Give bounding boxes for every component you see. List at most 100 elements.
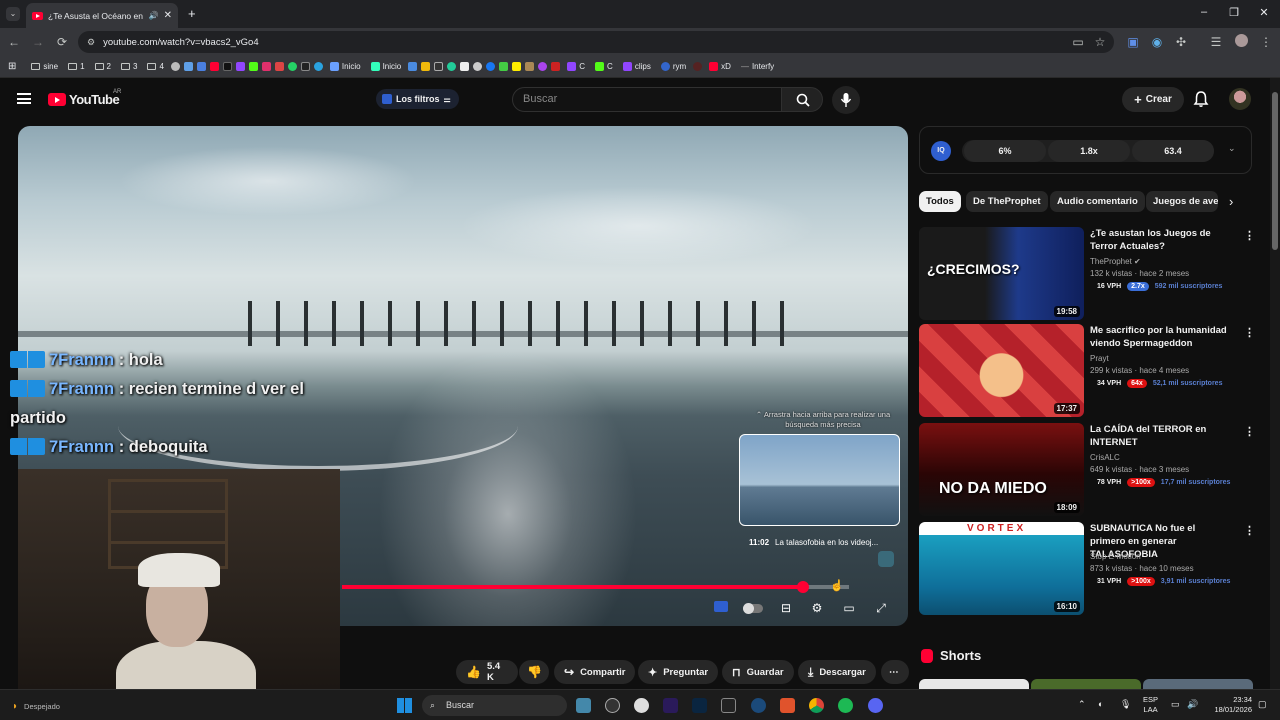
iq-player-icon[interactable]	[712, 600, 730, 616]
more-options-icon[interactable]: ⋮	[1244, 425, 1255, 438]
input-language[interactable]: ESP LAA	[1143, 695, 1158, 715]
c-app-icon[interactable]	[634, 698, 649, 713]
bookmark-cloud-icon[interactable]	[473, 62, 483, 71]
steam-icon[interactable]	[751, 698, 766, 713]
weather-widget[interactable]: ◗ Despejado	[12, 701, 60, 712]
translate-extension-icon[interactable]: ▣	[1125, 34, 1141, 50]
recommended-video[interactable]: VORTEX 16:10 SUBNAUTICA No fue el primer…	[919, 522, 1255, 615]
bookmark-c-twitch[interactable]: C	[564, 62, 588, 71]
tab-search-button[interactable]: ⌄	[6, 7, 20, 21]
bookmark-facebook-icon[interactable]	[486, 62, 496, 71]
search-button[interactable]	[781, 87, 823, 112]
bookmark-arrow-icon[interactable]	[408, 62, 418, 71]
short-thumbnail[interactable]	[1031, 679, 1141, 689]
site-info-icon[interactable]: ⚙	[87, 37, 95, 48]
filters-button[interactable]: Los filtros ⚌	[376, 89, 459, 109]
new-tab-button[interactable]: +	[188, 6, 196, 21]
bookmark-folder-sine[interactable]: sine	[28, 62, 61, 71]
video-title[interactable]: Me sacrifico por la humanidad viendo Spe…	[1090, 324, 1230, 350]
chips-next-chevron-icon[interactable]: ›	[1229, 194, 1233, 209]
more-actions-button[interactable]: ⋯	[881, 660, 909, 684]
notification-icon[interactable]: ▢	[1258, 699, 1267, 710]
bookmark-telegram-icon[interactable]	[313, 62, 323, 71]
bookmark-dark-icon[interactable]	[693, 62, 703, 71]
short-thumbnail[interactable]	[1143, 679, 1253, 689]
spotify-icon[interactable]	[838, 698, 853, 713]
extension-icon[interactable]: ◉	[1149, 34, 1165, 50]
bookmark-inicio-1[interactable]: Inicio	[327, 62, 364, 71]
bookmark-folder-1[interactable]: 1	[65, 62, 87, 71]
scrollbar-thumb[interactable]	[1272, 92, 1278, 250]
autoplay-toggle[interactable]	[742, 600, 764, 616]
subtitles-icon[interactable]: ⊟	[777, 600, 795, 616]
bookmark-kick-icon[interactable]	[248, 62, 258, 71]
extensions-puzzle-icon[interactable]: ✣	[1173, 34, 1189, 50]
video-thumbnail[interactable]: ¿CRECIMOS? 19:58	[919, 227, 1084, 320]
reading-list-icon[interactable]: ☰	[1208, 34, 1224, 50]
close-tab-icon[interactable]: ✕	[164, 10, 172, 21]
channel-name[interactable]: CrisALC	[1090, 453, 1120, 462]
bookmark-a-icon[interactable]	[460, 62, 470, 71]
apps-grid-icon[interactable]: ⊞	[8, 61, 16, 72]
reload-icon[interactable]: ⟳	[54, 34, 70, 50]
bookmark-instagram-icon[interactable]	[261, 62, 271, 71]
bookmark-tiktok-icon[interactable]	[222, 62, 232, 71]
tray-mic-icon[interactable]: 🎙	[1120, 699, 1131, 710]
chip-de-theprophet[interactable]: De TheProphet	[966, 191, 1048, 212]
notifications-bell-icon[interactable]	[1192, 90, 1210, 108]
video-thumbnail[interactable]: VORTEX 16:10	[919, 522, 1084, 615]
tray-chevron-icon[interactable]: ⌃	[1078, 699, 1086, 710]
short-thumbnail[interactable]	[919, 679, 1029, 689]
bookmark-animal-icon[interactable]	[525, 62, 535, 71]
bookmark-interfy[interactable]: — Interfy	[738, 62, 777, 71]
bookmark-youtube-icon[interactable]	[209, 62, 219, 71]
download-button[interactable]: ⤓ Descargar	[798, 660, 876, 684]
epic-games-icon[interactable]	[721, 698, 736, 713]
task-view-icon[interactable]	[576, 698, 591, 713]
close-window-icon[interactable]: ✕	[1256, 6, 1272, 19]
bookmark-folder-3[interactable]: 3	[118, 62, 140, 71]
brave-icon[interactable]	[780, 698, 795, 713]
bookmark-rym[interactable]: rym	[658, 62, 689, 71]
more-options-icon[interactable]: ⋮	[1244, 326, 1255, 339]
audio-playing-icon[interactable]: 🔊	[149, 11, 159, 20]
recommended-video[interactable]: NO DA MIEDO 18:09 La CAÍDA del TERROR en…	[919, 423, 1255, 516]
voice-search-button[interactable]	[832, 86, 860, 114]
chrome-icon[interactable]	[809, 698, 824, 713]
video-title[interactable]: ¿Te asustan los Juegos de Terror Actuale…	[1090, 227, 1230, 253]
minimize-icon[interactable]: –	[1196, 6, 1212, 18]
fullscreen-icon[interactable]: ⤢	[872, 600, 890, 616]
address-bar[interactable]: ⚙ youtube.com/watch?v=vbacs2_vGo4	[78, 31, 1114, 53]
bookmark-inicio-2[interactable]: Inicio	[368, 62, 405, 71]
ask-button[interactable]: ✦ Preguntar	[638, 660, 719, 684]
search-input[interactable]: Buscar	[512, 87, 782, 112]
more-options-icon[interactable]: ⋮	[1244, 229, 1255, 242]
settings-gear-icon[interactable]: ⚙	[808, 600, 826, 616]
bookmark-x-icon[interactable]	[300, 62, 310, 71]
bookmark-pin-icon[interactable]	[183, 62, 193, 71]
bookmark-whatsapp-icon[interactable]	[287, 62, 297, 71]
chip-juegos-de-aventura[interactable]: Juegos de aven	[1146, 191, 1218, 212]
channel-name[interactable]: Prayt	[1090, 354, 1109, 363]
photoshop-icon[interactable]	[692, 698, 707, 713]
bookmark-star-icon[interactable]: ☆	[1092, 34, 1108, 50]
bookmark-chatgpt-icon[interactable]	[170, 62, 180, 71]
system-clock[interactable]: 23:34 18/01/2026	[1206, 695, 1252, 715]
iq-expand-chevron-icon[interactable]: ⌄	[1228, 143, 1236, 154]
bookmark-folder-2[interactable]: 2	[92, 62, 114, 71]
video-thumbnail[interactable]: NO DA MIEDO 18:09	[919, 423, 1084, 516]
bookmark-green-circle-icon[interactable]	[447, 62, 457, 71]
volume-icon[interactable]: 🔊	[1187, 699, 1198, 710]
like-button[interactable]: 👍 5.4 K	[456, 660, 518, 684]
bookmark-green-icon[interactable]	[499, 62, 509, 71]
chrome-menu-icon[interactable]: ⋮	[1258, 34, 1274, 50]
bookmark-clips[interactable]: clips	[620, 62, 654, 71]
tray-app-icon[interactable]: ◐	[1098, 699, 1103, 709]
channel-name[interactable]: TheProphet ✔	[1090, 257, 1141, 266]
restore-icon[interactable]: ❐	[1226, 6, 1242, 19]
hamburger-menu-icon[interactable]	[17, 93, 31, 104]
install-app-icon[interactable]: ▭	[1070, 34, 1086, 50]
video-thumbnail[interactable]: 17:37	[919, 324, 1084, 417]
recommended-video[interactable]: ¿CRECIMOS? 19:58 ¿Te asustan los Juegos …	[919, 227, 1255, 320]
bookmark-xcross-icon[interactable]	[434, 62, 444, 71]
